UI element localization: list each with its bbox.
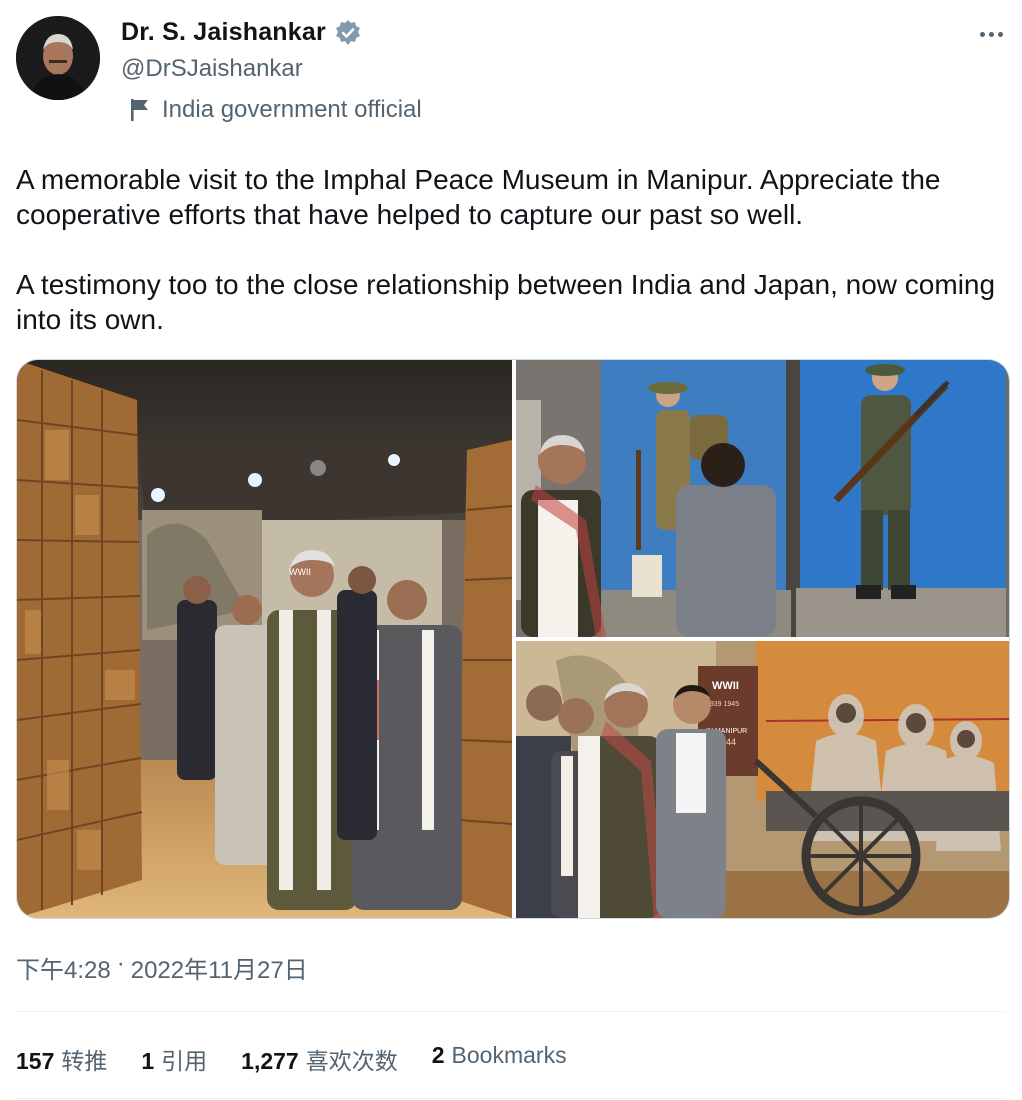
retweets-label: 转推 — [61, 1048, 108, 1074]
quotes-label: 引用 — [161, 1048, 208, 1074]
quotes-count: 1 — [141, 1048, 155, 1074]
more-dot-icon — [988, 31, 994, 37]
affiliation-text: India government official — [162, 96, 422, 123]
exhibit-wwii-sign: WWII — [289, 567, 311, 577]
tweet-text: A memorable visit to the Imphal Peace Mu… — [16, 162, 1006, 337]
likes-stat[interactable]: 1,277 喜欢次数 — [241, 1042, 398, 1076]
photo-museum-corridor[interactable]: WWII — [17, 360, 512, 918]
avatar[interactable] — [16, 16, 100, 100]
bookmarks-label: Bookmarks — [451, 1042, 567, 1068]
media-grid: WWII WWII 1939 1945 IN MANIPUR 1944 — [16, 359, 1010, 919]
bookmarks-count: 2 — [431, 1042, 445, 1068]
divider — [16, 1011, 1006, 1012]
timestamp-separator: · — [116, 950, 125, 977]
tweet-timestamp[interactable]: 下午4:28 · 2022年11月27日 — [16, 950, 308, 985]
affiliation-label[interactable]: India government official — [128, 96, 422, 124]
tweet-paragraph: A testimony too to the close relationshi… — [16, 269, 996, 335]
quotes-stat[interactable]: 1 引用 — [141, 1042, 207, 1076]
photo-soldier-mannequins[interactable] — [516, 360, 1009, 637]
author-handle[interactable]: @DrSJaishankar — [121, 55, 303, 83]
likes-count: 1,277 — [241, 1048, 299, 1074]
retweets-stat[interactable]: 157 转推 — [16, 1042, 107, 1076]
retweets-count: 157 — [16, 1048, 55, 1074]
author-name[interactable]: Dr. S. Jaishankar — [121, 18, 362, 47]
tweet-date[interactable]: 2022年11月27日 — [131, 950, 308, 985]
divider — [16, 1098, 1006, 1099]
more-options-button[interactable] — [972, 18, 1010, 50]
more-dot-icon — [997, 31, 1003, 37]
author-name-text[interactable]: Dr. S. Jaishankar — [121, 18, 326, 47]
more-dot-icon — [979, 31, 985, 37]
engagement-stats: 157 转推 1 引用 1,277 喜欢次数 2 Bookmarks — [16, 1042, 601, 1076]
tweet-paragraph: A memorable visit to the Imphal Peace Mu… — [16, 164, 941, 230]
verified-badge-icon[interactable] — [334, 19, 362, 47]
exhibit-wwii-label: WWII — [712, 680, 739, 692]
photo-wwii-exhibit[interactable]: WWII 1939 1945 IN MANIPUR 1944 — [516, 641, 1009, 918]
flag-icon — [128, 97, 152, 123]
tweet-card: Dr. S. Jaishankar @DrSJaishankar India g… — [0, 0, 1022, 1100]
likes-label: 喜欢次数 — [305, 1048, 398, 1074]
bookmarks-stat[interactable]: 2 Bookmarks — [432, 1042, 567, 1076]
tweet-time[interactable]: 下午4:28 — [16, 950, 111, 985]
